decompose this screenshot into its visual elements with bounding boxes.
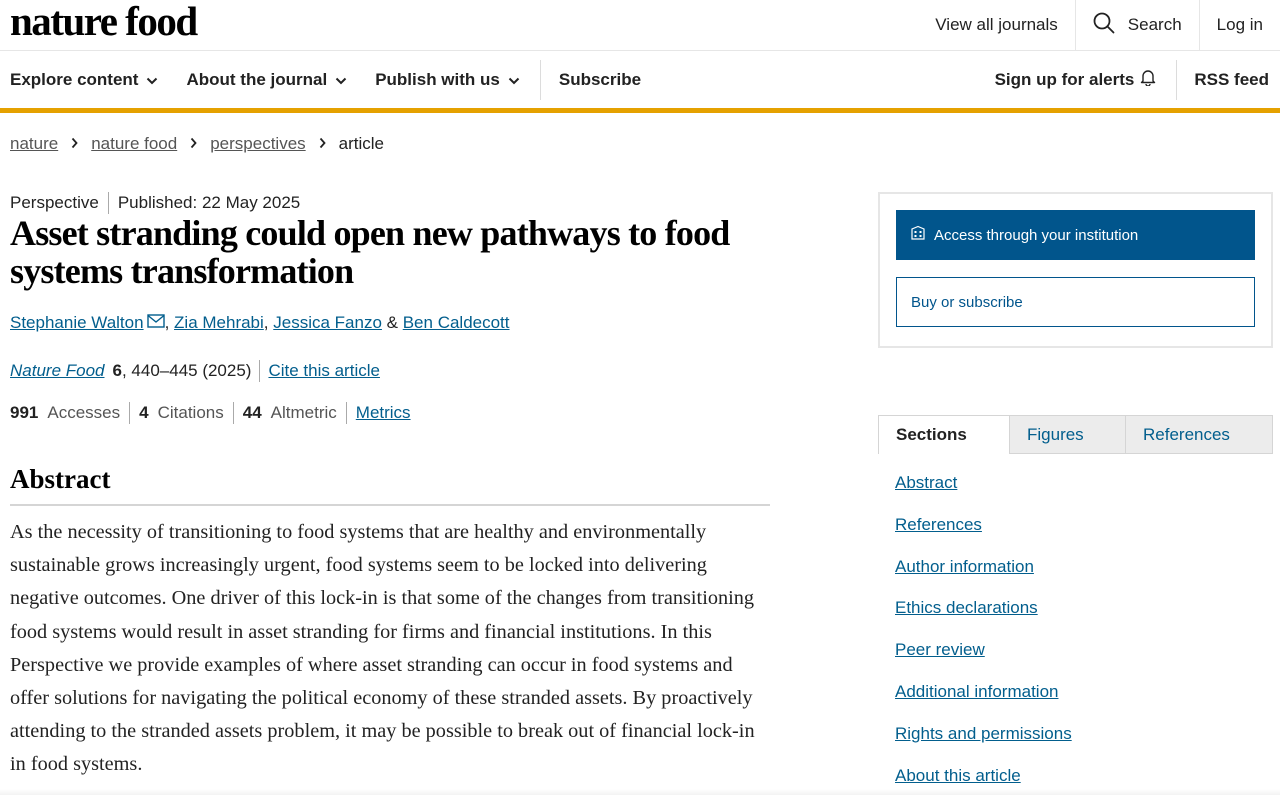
accesses-label: Accesses: [47, 403, 121, 422]
chevron-down-icon: [335, 70, 347, 90]
citations-count: 4: [139, 403, 149, 422]
citation-line: Nature Food 6 , 440–445 (2025) Cite this…: [10, 360, 380, 382]
subscribe-label: Subscribe: [558, 69, 642, 89]
alerts-label: Sign up for alerts: [994, 69, 1135, 89]
view-all-journals-link[interactable]: View all journals: [918, 0, 1075, 50]
institution-access-label: Access through your institution: [934, 226, 1139, 244]
explore-content-menu[interactable]: Explore content: [10, 70, 158, 90]
section-link-author-information[interactable]: Author information: [895, 556, 1072, 598]
author-separator: &: [381, 313, 403, 332]
tab-references[interactable]: References: [1126, 415, 1273, 454]
search-icon: [1093, 12, 1115, 39]
bell-icon: [1140, 68, 1156, 91]
metrics-divider: [232, 402, 234, 424]
chevron-right-icon: [190, 134, 197, 154]
author-list: Stephanie Walton , Zia Mehrabi , Jessica…: [10, 313, 510, 333]
buy-subscribe-button[interactable]: Buy or subscribe: [896, 277, 1255, 327]
section-link-ethics[interactable]: Ethics declarations: [895, 597, 1072, 639]
breadcrumb-perspectives[interactable]: perspectives: [210, 134, 305, 154]
rss-feed-label: RSS feed: [1194, 69, 1269, 89]
institution-access-button[interactable]: Access through your institution: [896, 210, 1255, 260]
top-bar: nature food View all journals Search Log…: [0, 0, 1280, 51]
article-meta: Perspective Published: 22 May 2025: [10, 192, 300, 214]
breadcrumb: nature nature food perspectives article: [10, 134, 384, 154]
volume-number: 6: [112, 361, 122, 380]
subscribe-link[interactable]: Subscribe: [559, 70, 641, 90]
nav-divider: [1176, 59, 1178, 100]
top-right-links: View all journals Search Log in: [918, 0, 1280, 50]
breadcrumb-nature[interactable]: nature: [10, 134, 58, 154]
tab-sections[interactable]: Sections: [878, 415, 1010, 454]
accent-bar: [0, 108, 1280, 113]
chevron-down-icon: [146, 70, 158, 90]
meta-divider: [107, 192, 109, 214]
author-link[interactable]: Ben Caldecott: [403, 313, 510, 333]
author-separator: ,: [263, 313, 274, 332]
view-all-journals-label: View all journals: [935, 15, 1058, 34]
section-link-peer-review[interactable]: Peer review: [895, 639, 1072, 681]
metrics-link[interactable]: Metrics: [356, 403, 411, 423]
article-metrics: 991 Accesses 4 Citations 44 Altmetric Me…: [10, 402, 411, 424]
breadcrumb-current: article: [338, 134, 385, 153]
metrics-divider: [129, 402, 131, 424]
cite-article-link[interactable]: Cite this article: [268, 361, 379, 381]
alerts-signup-link[interactable]: Sign up for alerts: [995, 68, 1157, 91]
article-title: Asset stranding could open new pathways …: [10, 213, 730, 291]
author-link[interactable]: Jessica Fanzo: [273, 313, 382, 333]
publish-with-us-menu[interactable]: Publish with us: [375, 70, 520, 90]
page-range: , 440–445 (2025): [121, 361, 252, 380]
about-journal-menu[interactable]: About the journal: [186, 70, 347, 90]
abstract-text: As the necessity of transitioning to foo…: [10, 521, 755, 776]
altmetric-count: 44: [242, 403, 262, 422]
section-link-additional-information[interactable]: Additional information: [895, 681, 1072, 723]
metrics-divider: [345, 402, 347, 424]
section-link-abstract[interactable]: Abstract: [895, 472, 1072, 514]
author-link[interactable]: Zia Mehrabi: [174, 313, 264, 333]
main-nav: Explore content About the journal Publis…: [0, 51, 1280, 108]
section-link-references[interactable]: References: [895, 514, 1072, 556]
altmetric-label: Altmetric: [270, 403, 337, 422]
search-label: Search: [1127, 15, 1182, 34]
about-journal-label: About the journal: [186, 69, 328, 89]
section-link-rights[interactable]: Rights and permissions: [895, 723, 1072, 765]
tab-figures[interactable]: Figures: [1010, 415, 1126, 454]
sections-list: Abstract References Author information E…: [895, 472, 1072, 795]
citation-divider: [259, 360, 261, 382]
accesses-count: 991: [10, 403, 39, 422]
page-bottom-edge: [0, 789, 1280, 795]
chevron-right-icon: [319, 134, 326, 154]
access-options-box: Access through your institution Buy or s…: [878, 192, 1273, 348]
chevron-down-icon: [508, 70, 520, 90]
explore-content-label: Explore content: [10, 69, 139, 89]
nav-divider: [539, 59, 541, 100]
search-button[interactable]: Search: [1074, 0, 1199, 50]
breadcrumb-nature-food[interactable]: nature food: [91, 134, 177, 154]
rss-feed-link[interactable]: RSS feed: [1194, 70, 1269, 90]
email-icon[interactable]: [146, 313, 165, 333]
journal-name-link[interactable]: Nature Food: [10, 361, 105, 381]
chevron-right-icon: [71, 134, 78, 154]
journal-logo[interactable]: nature food: [10, 0, 198, 42]
published-date: Published: 22 May 2025: [117, 193, 301, 212]
login-link[interactable]: Log in: [1198, 0, 1280, 50]
author-link[interactable]: Stephanie Walton: [10, 313, 144, 333]
author-separator: ,: [164, 313, 175, 332]
abstract-heading: Abstract: [10, 464, 770, 506]
citations-label: Citations: [157, 403, 224, 422]
login-label: Log in: [1216, 15, 1263, 34]
institution-icon: [910, 225, 926, 245]
article-type: Perspective: [10, 193, 99, 212]
sidebar-tabs: Sections Figures References: [878, 415, 1273, 454]
publish-with-us-label: Publish with us: [375, 69, 500, 89]
buy-subscribe-label: Buy or subscribe: [911, 293, 1023, 311]
